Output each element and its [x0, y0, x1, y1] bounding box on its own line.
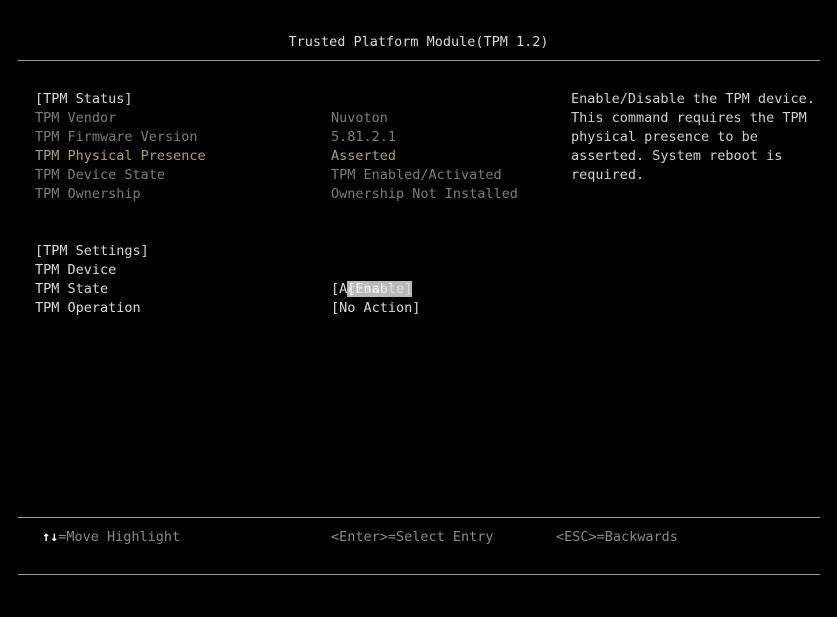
- footer-move-label: =Move Highlight: [58, 529, 181, 545]
- help-line-1: Enable/Disable the TPM device.: [571, 91, 815, 107]
- top-divider: [18, 60, 820, 61]
- setting-label-operation: TPM Operation: [35, 300, 141, 316]
- settings-section-header: [TPM Settings]: [35, 243, 149, 259]
- status-label-device-state: TPM Device State: [35, 167, 166, 183]
- footer-esc-hint: <ESC>=Backwards: [556, 529, 678, 545]
- tpm-operation-option[interactable]: [No Action]: [331, 299, 420, 318]
- setting-label-device: TPM Device: [35, 262, 117, 278]
- status-label-physical-presence: TPM Physical Presence: [35, 148, 206, 164]
- status-value-vendor: Nuvoton: [331, 110, 388, 126]
- tpm-state-option[interactable]: [Activate]: [331, 280, 412, 299]
- setting-label-state: TPM State: [35, 281, 109, 297]
- status-label-vendor: TPM Vendor: [35, 110, 117, 126]
- footer-enter-hint: <Enter>=Select Entry: [331, 529, 494, 545]
- status-label-ownership: TPM Ownership: [35, 186, 141, 202]
- status-section-header: [TPM Status]: [35, 91, 133, 107]
- help-line-4: asserted. System reboot is: [571, 148, 783, 164]
- status-label-firmware: TPM Firmware Version: [35, 129, 198, 145]
- help-line-5: required.: [571, 167, 645, 183]
- footer-top-divider: [18, 517, 820, 518]
- status-value-device-state: TPM Enabled/Activated: [331, 167, 502, 183]
- footer-move-hint: ↑↓=Move Highlight: [42, 528, 180, 547]
- bottom-divider: [18, 574, 820, 575]
- status-value-physical-presence: Asserted: [331, 148, 397, 164]
- up-down-arrow-icon: ↑↓: [42, 529, 59, 545]
- help-line-3: physical presence to be: [571, 129, 758, 145]
- status-value-ownership: Ownership Not Installed: [331, 186, 518, 202]
- page-title: Trusted Platform Module(TPM 1.2): [288, 34, 549, 50]
- status-value-firmware: 5.81.2.1: [331, 129, 397, 145]
- help-line-2: This command requires the TPM: [571, 110, 807, 126]
